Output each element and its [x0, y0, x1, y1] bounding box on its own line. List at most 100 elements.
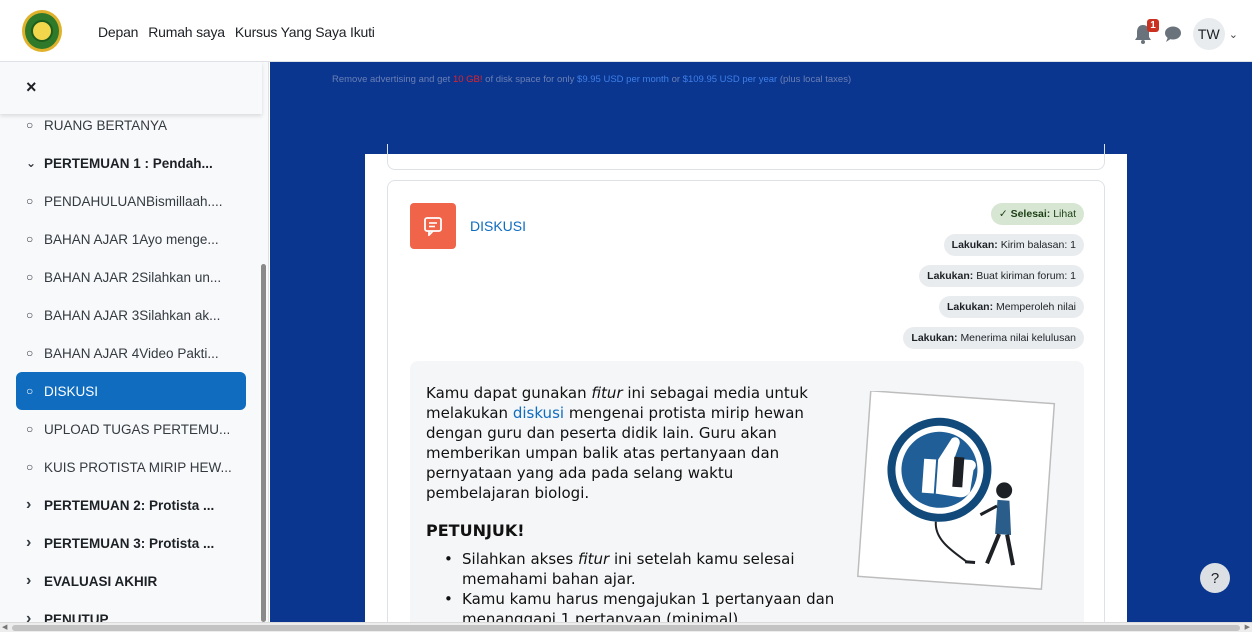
circle-icon: ○ — [26, 384, 34, 398]
sidebar-item-label: BAHAN AJAR 1Ayo menge... — [44, 231, 219, 247]
drawer-header: × — [0, 62, 262, 114]
sidebar-item-label: PENDAHULUANBismillaah.... — [44, 193, 223, 209]
thumbs-up-illustration — [852, 390, 1060, 591]
circle-icon: ○ — [26, 118, 34, 132]
completion-done-badge: ✓ Selesai: Lihat — [990, 203, 1084, 225]
chevron-down-icon: ⌄ — [26, 156, 37, 170]
circle-icon: ○ — [26, 308, 34, 322]
completion-todo-badge: Lakukan: Kirim balasan: 1 — [943, 234, 1084, 256]
sidebar-section[interactable]: › PERTEMUAN 2: Protista ... — [0, 486, 262, 524]
completion-todo-badge: Lakukan: Buat kiriman forum: 1 — [919, 265, 1084, 287]
horizontal-scrollbar[interactable]: ◀ ▶ — [0, 622, 1252, 632]
course-index-list: ○ RUANG BERTANYA ⌄ PERTEMUAN 1 : Pendah... ○… — [0, 106, 262, 622]
sidebar-item-label: DISKUSI — [44, 383, 99, 399]
sidebar-item[interactable]: ○ DISKUSI — [16, 372, 246, 410]
chevron-right-icon: › — [26, 496, 32, 513]
sidebar-item[interactable]: ○ BAHAN AJAR 1Ayo menge... — [0, 220, 262, 258]
nav-link-home[interactable]: Depan — [98, 24, 138, 40]
sidebar-item-label: PERTEMUAN 3: Protista ... — [44, 535, 215, 551]
sidebar-section[interactable]: › EVALUASI AKHIR — [0, 562, 262, 600]
help-button[interactable]: ? — [1200, 563, 1230, 593]
desc-emphasis: fitur — [577, 550, 610, 568]
scrollbar-thumb[interactable] — [12, 625, 1240, 631]
scroll-right-icon[interactable]: ▶ — [1245, 623, 1250, 631]
drawer-scrollbar[interactable] — [261, 264, 266, 622]
instructions-list: Silahkan akses fitur ini setelah kamu se… — [444, 549, 844, 622]
activity-description: Kamu dapat gunakan fitur ini sebagai med… — [410, 361, 1084, 622]
sidebar-item[interactable]: ○ BAHAN AJAR 2Silahkan un... — [0, 258, 262, 296]
completion-todo-badge: Lakukan: Menerima nilai kelulusan — [903, 327, 1084, 349]
instructions-heading: PETUNJUK! — [426, 521, 525, 540]
todo-value: Buat kiriman forum: 1 — [976, 270, 1076, 282]
completion-done-label: Selesai: — [1010, 208, 1051, 220]
todo-value: Memperoleh nilai — [996, 301, 1076, 313]
ad-price-year[interactable]: $109.95 USD per year — [683, 74, 778, 85]
site-logo[interactable] — [22, 10, 62, 52]
chevron-right-icon: › — [26, 572, 32, 589]
sidebar-item[interactable]: ○ UPLOAD TUGAS PERTEMU... — [0, 410, 262, 448]
primary-navigation: Depan Rumah saya Kursus Yang Saya Ikuti — [98, 24, 375, 40]
sidebar-item-label: PERTEMUAN 1 : Pendah... — [44, 155, 213, 171]
todo-label: Lakukan: — [927, 270, 974, 282]
ad-text: Remove advertising and get — [332, 74, 453, 85]
advertising-banner[interactable]: Remove advertising and get 10 GB! of dis… — [332, 74, 851, 85]
sidebar-section[interactable]: ⌄ PERTEMUAN 1 : Pendah... — [0, 144, 262, 182]
course-content-panel: DISKUSI ✓ Selesai: Lihat Lakukan: Kirim … — [365, 144, 1127, 622]
ad-highlight: 10 GB! — [452, 74, 483, 85]
previous-activity-card — [387, 144, 1105, 170]
description-paragraph: Kamu dapat gunakan fitur ini sebagai med… — [426, 383, 836, 503]
user-menu-toggle[interactable]: TW ⌄ — [1192, 18, 1238, 50]
notification-bell-icon[interactable]: 1 — [1133, 19, 1159, 45]
sidebar-item-label: RUANG BERTANYA — [44, 117, 168, 133]
completion-done-value: Lihat — [1053, 208, 1076, 220]
sidebar-item[interactable]: ○ PENDAHULUANBismillaah.... — [0, 182, 262, 220]
chevron-right-icon: › — [26, 534, 32, 551]
main-content-region: Remove advertising and get 10 GB! of dis… — [270, 62, 1252, 622]
circle-icon: ○ — [26, 270, 34, 284]
messages-icon[interactable] — [1163, 24, 1183, 44]
sidebar-item-label: PERTEMUAN 2: Protista ... — [44, 497, 215, 513]
sidebar-item-label: PENUTUP — [44, 611, 109, 623]
desc-emphasis: fitur — [591, 384, 623, 402]
forum-icon[interactable] — [410, 203, 456, 249]
todo-label: Lakukan: — [911, 332, 958, 344]
activity-title-link[interactable]: DISKUSI — [470, 218, 526, 234]
list-item: Kamu kamu harus mengajukan 1 pertanyaan … — [444, 589, 844, 622]
top-navbar: Depan Rumah saya Kursus Yang Saya Ikuti … — [0, 0, 1252, 62]
chevron-down-icon: ⌄ — [1228, 28, 1238, 41]
sidebar-item-label: UPLOAD TUGAS PERTEMU... — [44, 421, 231, 437]
check-icon: ✓ — [998, 208, 1008, 220]
circle-icon: ○ — [26, 422, 34, 436]
avatar: TW — [1192, 18, 1225, 50]
list-item: Silahkan akses fitur ini setelah kamu se… — [444, 549, 844, 589]
nav-link-my-courses[interactable]: Kursus Yang Saya Ikuti — [235, 24, 375, 40]
close-drawer-icon[interactable]: × — [26, 77, 37, 98]
circle-icon: ○ — [26, 232, 34, 246]
ad-text: or — [668, 74, 683, 85]
todo-value: Menerima nilai kelulusan — [960, 332, 1076, 344]
desc-link[interactable]: diskusi — [513, 404, 564, 422]
sidebar-item-label: EVALUASI AKHIR — [44, 573, 158, 589]
completion-todo-badge: Lakukan: Memperoleh nilai — [939, 296, 1084, 318]
sidebar-section[interactable]: › PENUTUP — [0, 600, 262, 622]
scroll-left-icon[interactable]: ◀ — [2, 623, 7, 631]
course-index-drawer: × ○ RUANG BERTANYA ⌄ PERTEMUAN 1 : Pendah..… — [0, 62, 269, 622]
sidebar-section[interactable]: › PERTEMUAN 3: Protista ... — [0, 524, 262, 562]
desc-text: Kamu dapat gunakan — [426, 384, 592, 402]
sidebar-item[interactable]: ○ BAHAN AJAR 4Video Pakti... — [0, 334, 262, 372]
ad-text: (plus local taxes) — [777, 74, 852, 85]
notification-count-badge: 1 — [1147, 19, 1159, 32]
sidebar-item-label: KUIS PROTISTA MIRIP HEW... — [44, 459, 232, 475]
sidebar-item-label: BAHAN AJAR 2Silahkan un... — [44, 269, 222, 285]
desc-text: Silahkan akses — [462, 550, 578, 568]
sidebar-item-label: BAHAN AJAR 4Video Pakti... — [44, 345, 219, 361]
todo-label: Lakukan: — [947, 301, 994, 313]
ad-price-month[interactable]: $9.95 USD per month — [577, 74, 669, 85]
nav-link-dashboard[interactable]: Rumah saya — [148, 24, 225, 40]
sidebar-item[interactable]: ○ BAHAN AJAR 3Silahkan ak... — [0, 296, 262, 334]
todo-value: Kirim balasan: 1 — [1000, 239, 1076, 251]
circle-icon: ○ — [26, 460, 34, 474]
activity-card: DISKUSI ✓ Selesai: Lihat Lakukan: Kirim … — [387, 180, 1105, 622]
circle-icon: ○ — [26, 346, 34, 360]
sidebar-item[interactable]: ○ KUIS PROTISTA MIRIP HEW... — [0, 448, 262, 486]
